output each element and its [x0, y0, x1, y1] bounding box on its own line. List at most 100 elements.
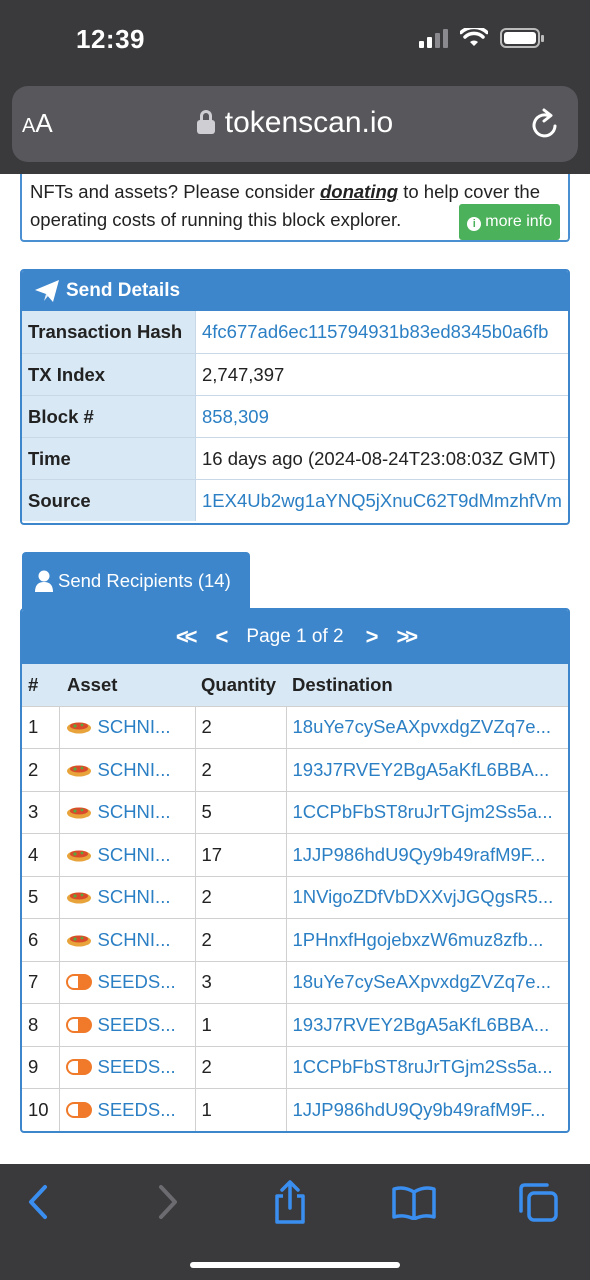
destination-link[interactable]: 1JJP986hdU9Qy9b49rafM9F...: [285, 833, 568, 876]
donation-notice: NFTs and assets? Please consider donatin…: [20, 174, 570, 242]
col-header-quantity: Quantity: [195, 664, 286, 706]
table-row: 8 SEEDS... 1 193J7RVEY2BgA5aKfL6BBA...: [22, 1003, 568, 1046]
destination-link[interactable]: 193J7RVEY2BgA5aKfL6BBA...: [285, 1003, 568, 1046]
asset-cell[interactable]: SCHNI...: [58, 705, 195, 749]
url-display[interactable]: tokenscan.io: [12, 106, 578, 140]
asset-cell[interactable]: SCHNI...: [58, 833, 195, 876]
destination-link[interactable]: 1PHnxfHgojebxzW6muz8zfb...: [285, 918, 568, 961]
table-header-row: # Asset Quantity Destination: [22, 664, 568, 706]
schnitzel-token-icon: [66, 935, 91, 947]
destination-link[interactable]: 193J7RVEY2BgA5aKfL6BBA...: [285, 748, 568, 791]
schnitzel-token-icon: [66, 765, 91, 777]
quantity-cell: 1: [194, 1003, 286, 1046]
details-value[interactable]: 4fc677ad6ec115794931b83ed8345b0a6fb: [196, 311, 568, 353]
more-info-button[interactable]: i more info: [459, 204, 560, 240]
asset-name[interactable]: SEEDS...: [98, 1014, 176, 1036]
send-details-panel: Send Details Transaction Hash 4fc677ad6ec…: [20, 269, 570, 525]
donating-link[interactable]: donating: [320, 181, 398, 202]
recipients-panel: << < Page 1 of 2 > >> # Asset Quantity D…: [20, 608, 570, 1133]
row-number: 8: [22, 1003, 59, 1046]
details-row: TX Index 2,747,397: [22, 353, 568, 395]
forward-icon[interactable]: [144, 1178, 192, 1226]
table-row: 1 SCHNI... 2 18uYe7cySeAXpvxdgZVZq7e...: [22, 705, 568, 749]
details-value[interactable]: 858,309: [196, 396, 568, 437]
row-number: 10: [22, 1088, 59, 1131]
back-icon[interactable]: [14, 1178, 62, 1226]
paper-plane-icon: [35, 280, 59, 302]
details-row: Block #858,309: [22, 395, 568, 437]
destination-link[interactable]: 1JJP986hdU9Qy9b49rafM9F...: [285, 1088, 568, 1131]
row-number: 2: [22, 748, 59, 791]
asset-name[interactable]: SCHNI...: [98, 844, 171, 866]
lock-icon: [196, 110, 215, 134]
asset-cell[interactable]: SCHNI...: [58, 875, 195, 919]
bookmarks-icon[interactable]: [390, 1178, 438, 1226]
tab-label: Send Recipients (14): [58, 570, 231, 591]
row-number: 4: [22, 833, 59, 876]
destination-link[interactable]: 18uYe7cySeAXpvxdgZVZq7e...: [285, 705, 568, 749]
tabs-icon[interactable]: [514, 1178, 562, 1226]
table-row: 5 SCHNI... 2 1NVigoZDfVbDXXvjJGQgsR5...: [22, 875, 568, 919]
schnitzel-token-icon: [66, 807, 91, 819]
page-indicator: Page 1 of 2: [246, 626, 344, 647]
quantity-cell: 17: [194, 833, 286, 876]
quantity-cell: 3: [194, 960, 286, 1004]
cellular-signal-icon: [419, 28, 448, 48]
details-key: Block #: [22, 396, 196, 437]
asset-cell[interactable]: SCHNI...: [58, 918, 195, 961]
table-row: 2 SCHNI... 2 193J7RVEY2BgA5aKfL6BBA...: [22, 748, 568, 791]
send-details-header: Send Details: [22, 271, 568, 311]
row-number: 6: [22, 918, 59, 961]
asset-name[interactable]: SCHNI...: [98, 716, 171, 738]
share-icon[interactable]: [266, 1178, 314, 1226]
status-time: 12:39: [76, 24, 145, 54]
asset-name[interactable]: SEEDS...: [98, 1056, 176, 1078]
address-bar[interactable]: AA tokenscan.io: [12, 86, 578, 162]
quantity-cell: 2: [194, 748, 286, 791]
tab-send-recipients[interactable]: Send Recipients (14): [22, 552, 250, 610]
asset-name[interactable]: SCHNI...: [98, 929, 171, 951]
asset-name[interactable]: SCHNI...: [98, 886, 171, 908]
row-number: 5: [22, 875, 59, 919]
destination-link[interactable]: 18uYe7cySeAXpvxdgZVZq7e...: [285, 960, 568, 1004]
asset-cell[interactable]: SEEDS...: [58, 1088, 195, 1131]
details-row: Time 16 days ago (2024-08-24T23:08:03Z GM…: [22, 437, 568, 479]
table-row: 9 SEEDS... 2 1CCPbFbST8ruJrTGjm2Ss5a...: [22, 1045, 568, 1089]
status-icons: [419, 28, 544, 48]
quantity-cell: 2: [194, 705, 286, 749]
asset-name[interactable]: SCHNI...: [98, 759, 171, 781]
schnitzel-token-icon: [66, 892, 91, 904]
quantity-cell: 2: [194, 1045, 286, 1089]
asset-cell[interactable]: SCHNI...: [58, 790, 195, 834]
browser-chrome: 12:39 AA tokenscan.io: [0, 0, 590, 174]
col-header-number: #: [22, 664, 59, 706]
asset-name[interactable]: SEEDS...: [98, 971, 176, 993]
details-value[interactable]: 1EX4Ub2wg1aYNQ5jXnuC62T9dMmzhfVm: [196, 480, 568, 521]
table-row: 4 SCHNI... 17 1JJP986hdU9Qy9b49rafM9F...: [22, 833, 568, 876]
info-icon: i: [467, 217, 482, 231]
seeds-token-icon: [65, 1016, 92, 1033]
seeds-token-icon: [65, 1059, 92, 1076]
first-page-button[interactable]: <<: [176, 624, 198, 650]
asset-cell[interactable]: SEEDS...: [58, 1045, 195, 1089]
seeds-token-icon: [65, 1102, 92, 1118]
details-key: Transaction Hash: [22, 311, 196, 353]
destination-link[interactable]: 1CCPbFbST8ruJrTGjm2Ss5a...: [285, 1045, 568, 1089]
asset-cell[interactable]: SEEDS...: [58, 1003, 195, 1046]
reload-icon[interactable]: [530, 108, 560, 140]
prev-page-button[interactable]: <: [216, 624, 229, 650]
details-key: Source: [22, 480, 196, 521]
asset-cell[interactable]: SCHNI...: [58, 748, 195, 791]
destination-link[interactable]: 1NVigoZDfVbDXXvjJGQgsR5...: [285, 875, 568, 919]
col-header-destination: Destination: [286, 664, 568, 706]
last-page-button[interactable]: >>: [396, 624, 418, 650]
asset-name[interactable]: SCHNI...: [98, 801, 171, 823]
next-page-button[interactable]: >: [366, 624, 379, 650]
asset-cell[interactable]: SEEDS...: [58, 960, 195, 1004]
page-content: NFTs and assets? Please consider donatin…: [0, 174, 590, 1164]
asset-name[interactable]: SEEDS...: [98, 1099, 176, 1121]
destination-link[interactable]: 1CCPbFbST8ruJrTGjm2Ss5a...: [285, 790, 568, 834]
user-icon: [35, 570, 53, 592]
table-row: 10 SEEDS... 1 1JJP986hdU9Qy9b49rafM9F...: [22, 1088, 568, 1131]
details-key: Time: [22, 438, 196, 479]
